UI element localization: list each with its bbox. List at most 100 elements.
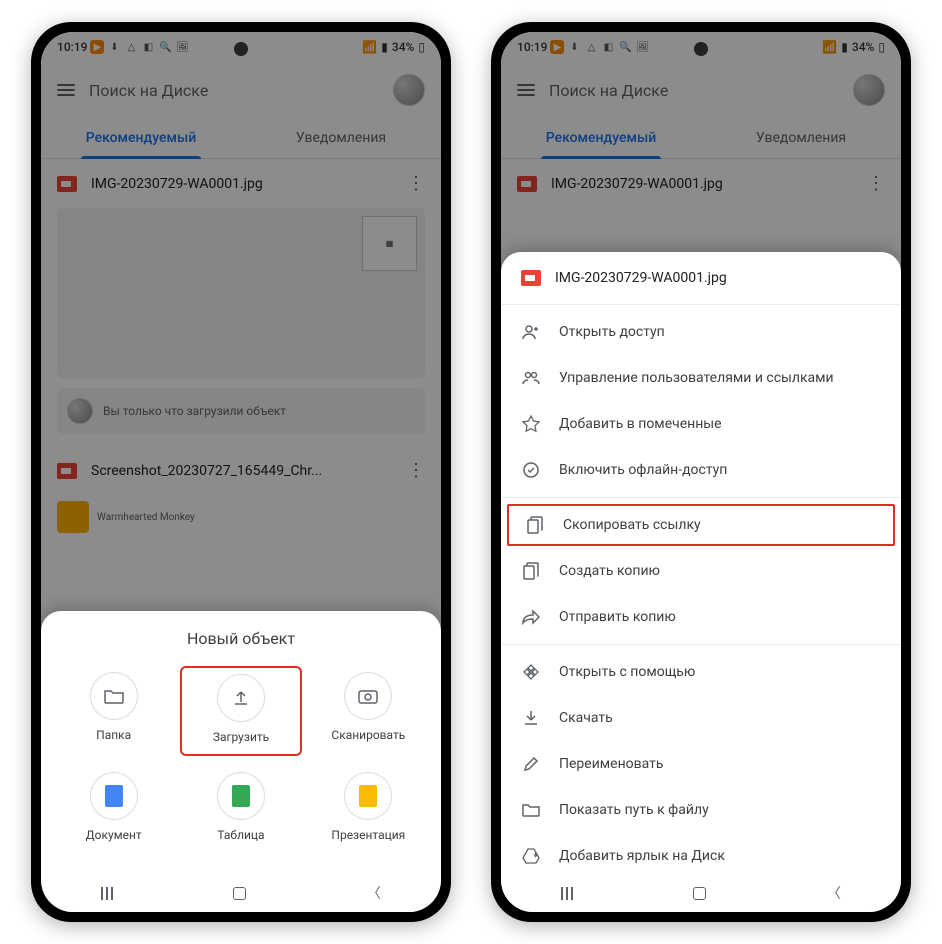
image-icon: 🖼 [175,40,189,54]
file-name: Screenshot_20230727_165449_Chr... [91,463,393,479]
battery-icon: ▯ [878,40,885,54]
folder-icon [90,672,138,720]
signal-icon: ▮ [841,40,848,54]
doc-icon [90,772,138,820]
back-button[interactable]: 〈 [827,883,841,903]
forward-icon [521,607,541,627]
avatar[interactable] [393,74,425,106]
status-time: 10:19 [57,40,87,54]
offline-icon [521,460,541,480]
action-offline[interactable]: Включить офлайн-доступ [501,447,901,493]
phone-left: 10:19 ▶ ⬇ △ ◧ 🔍 🖼 📶 ▮ 34% ▯ Поиск на Ди [31,22,451,922]
battery-icon: ▯ [418,40,425,54]
image-file-icon [57,176,77,192]
search-bar[interactable]: Поиск на Диске [41,62,441,118]
drive-shortcut-icon [521,846,541,866]
new-object-sheet: Новый объект Папка Загрузить [41,611,441,912]
file-name: IMG-20230729-WA0001.jpg [91,176,393,192]
home-button[interactable] [693,887,706,900]
file-row-1[interactable]: IMG-20230729-WA0001.jpg ⋮ [41,159,441,208]
action-make-copy[interactable]: Создать копию [501,548,901,594]
search-icon: 🔍 [158,40,172,54]
copy-icon [525,515,545,535]
image-file-icon [521,270,541,286]
file-actions-sheet: IMG-20230729-WA0001.jpg Открыть доступ У… [501,252,901,912]
wifi-icon: 📶 [362,40,377,54]
action-star[interactable]: Добавить в помеченные [501,401,901,447]
tab-recommended[interactable]: Рекомендуемый [501,118,701,158]
image-file-icon [57,463,77,479]
camera-icon: ◧ [601,40,615,54]
search-placeholder: Поиск на Диске [549,81,839,100]
option-sheet[interactable]: Таблица [180,766,301,852]
tabs: Рекомендуемый Уведомления [41,118,441,159]
info-text: Вы только что загрузили объект [103,404,286,418]
signal-icon: ▮ [381,40,388,54]
tab-notifications[interactable]: Уведомления [701,118,901,158]
action-rename[interactable]: Переименовать [501,741,901,787]
menu-icon[interactable] [57,84,75,96]
copy-file-icon [521,561,541,581]
status-bar: 10:19 ▶ ⬇ △ ◧ 🔍 🖼 📶 ▮ 34% ▯ [41,32,441,62]
upload-icon [217,674,265,722]
action-copy-link[interactable]: Скопировать ссылку [505,502,897,548]
sheet-title: Новый объект [53,629,429,648]
search-placeholder: Поиск на Диске [89,81,379,100]
recents-button[interactable] [561,887,573,900]
back-button[interactable]: 〈 [367,883,381,903]
drive-icon: △ [584,40,598,54]
status-bar: 10:19 ▶ ⬇ △ ◧ 🔍 🖼 📶 ▮ 34% ▯ [501,32,901,62]
thumb-label: Warmhearted Monkey [97,512,195,523]
recents-button[interactable] [101,887,113,900]
android-navbar: 〈 [41,874,441,912]
action-download[interactable]: Скачать [501,695,901,741]
file-row-1[interactable]: IMG-20230729-WA0001.jpg ⋮ [501,159,901,208]
action-add-shortcut[interactable]: Добавить ярлык на Диск [501,833,901,879]
phone-right: 10:19 ▶ ⬇ △ ◧ 🔍 🖼 📶 ▮ 34% ▯ Поиск на Ди [491,22,911,922]
more-icon[interactable]: ⋮ [407,173,425,194]
file-name: IMG-20230729-WA0001.jpg [551,176,853,192]
home-button[interactable] [233,887,246,900]
option-document[interactable]: Документ [53,766,174,852]
notif-icon: ▶ [550,40,564,54]
image-icon: 🖼 [635,40,649,54]
tabs: Рекомендуемый Уведомления [501,118,901,159]
more-icon[interactable]: ⋮ [407,460,425,481]
option-scan[interactable]: Сканировать [308,666,429,756]
qr-icon: ▦ [362,216,417,271]
notif-icon: ▶ [90,40,104,54]
sheet-file-name: IMG-20230729-WA0001.jpg [555,270,881,286]
android-navbar: 〈 [501,874,901,912]
sheet-icon [217,772,265,820]
star-icon [521,414,541,434]
menu-icon[interactable] [517,84,535,96]
action-send-copy[interactable]: Отправить копию [501,594,901,640]
download-icon: ⬇ [567,40,581,54]
drive-icon: △ [124,40,138,54]
camera-icon [344,672,392,720]
thumbnail-monkey [57,501,89,533]
people-icon [521,368,541,388]
search-bar[interactable]: Поиск на Диске [501,62,901,118]
option-upload[interactable]: Загрузить [180,666,301,756]
avatar-small [67,398,93,424]
tab-notifications[interactable]: Уведомления [241,118,441,158]
action-share[interactable]: Открыть доступ [501,309,901,355]
action-show-path[interactable]: Показать путь к файлу [501,787,901,833]
wifi-icon: 📶 [822,40,837,54]
more-icon[interactable]: ⋮ [867,173,885,194]
folder-icon [521,800,541,820]
download-icon: ⬇ [107,40,121,54]
battery-text: 34% [392,40,414,54]
action-open-with[interactable]: Открыть с помощью [501,649,901,695]
file-row-2[interactable]: Screenshot_20230727_165449_Chr... ⋮ [41,446,441,495]
action-manage-access[interactable]: Управление пользователями и ссылками [501,355,901,401]
tab-recommended[interactable]: Рекомендуемый [41,118,241,158]
avatar[interactable] [853,74,885,106]
option-folder[interactable]: Папка [53,666,174,756]
option-presentation[interactable]: Презентация [308,766,429,852]
battery-text: 34% [852,40,874,54]
download-icon [521,708,541,728]
file-preview[interactable]: ▦ [57,208,425,378]
camera-icon: ◧ [141,40,155,54]
